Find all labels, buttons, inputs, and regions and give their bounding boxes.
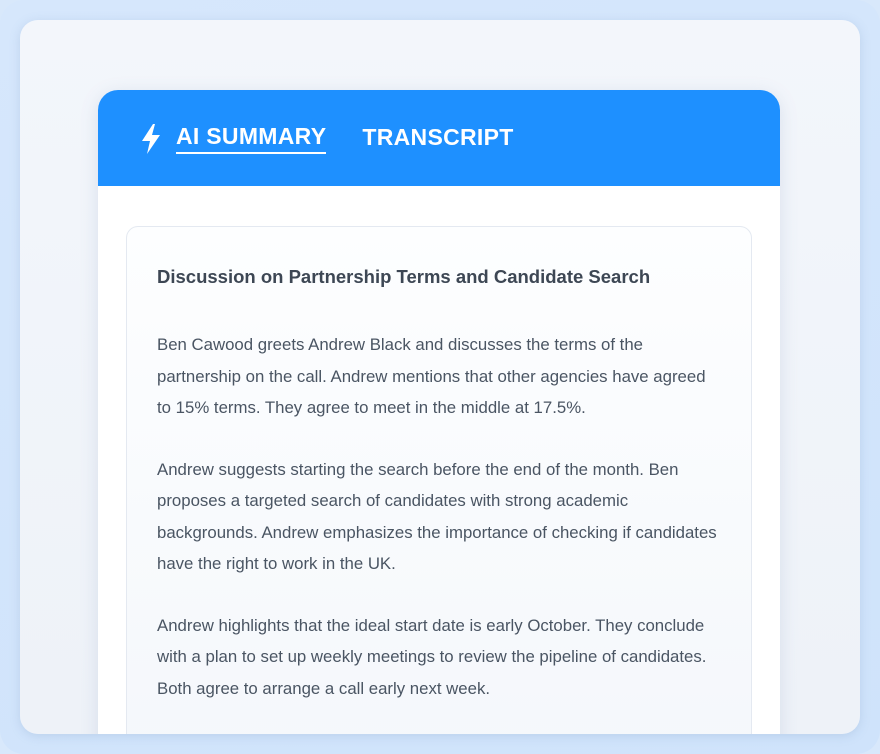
summary-paragraph: Ben Cawood greets Andrew Black and discu… — [157, 335, 706, 417]
app-panel: AI SUMMARY TRANSCRIPT Discussion on Part… — [20, 20, 860, 734]
lightning-bolt-icon — [142, 124, 160, 154]
tab-transcript[interactable]: TRANSCRIPT — [362, 124, 513, 153]
summary-paragraph: Andrew suggests starting the search befo… — [157, 459, 717, 574]
summary-card: AI SUMMARY TRANSCRIPT Discussion on Part… — [98, 90, 780, 734]
card-body: Discussion on Partnership Terms and Cand… — [98, 186, 780, 734]
summary-paragraph: Andrew highlights that the ideal start d… — [157, 615, 707, 698]
outer-frame: AI SUMMARY TRANSCRIPT Discussion on Part… — [0, 0, 880, 754]
summary-title: Discussion on Partnership Terms and Cand… — [157, 266, 651, 287]
card-header: AI SUMMARY TRANSCRIPT — [98, 90, 780, 186]
tab-ai-summary[interactable]: AI SUMMARY — [176, 123, 327, 154]
summary-content: Discussion on Partnership Terms and Cand… — [126, 226, 752, 734]
